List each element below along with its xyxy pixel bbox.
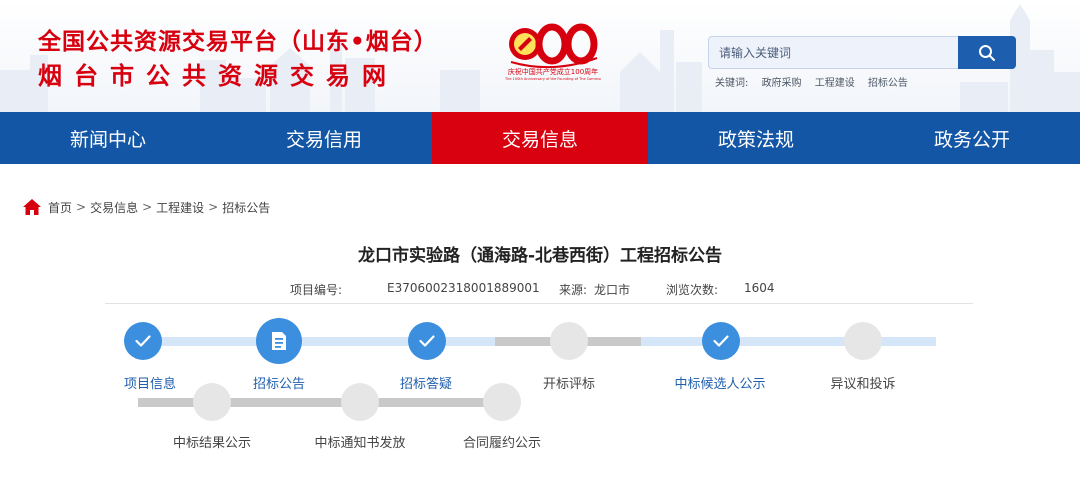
nav-item-trade-info[interactable]: 交易信息: [432, 112, 648, 164]
site-header: 全国公共资源交易平台（山东•烟台） 烟台市公共资源交易网 庆祝中国共产党成立10…: [0, 0, 1080, 112]
step-label-bid-evaluation: 开标评标: [542, 377, 596, 392]
nav-item-policy[interactable]: 政策法规: [648, 112, 864, 164]
step-label-award-notice: 中标通知书发放: [314, 436, 406, 451]
source-label: 来源:: [559, 283, 588, 297]
search-input[interactable]: [708, 36, 958, 69]
views-label: 浏览次数:: [666, 283, 719, 297]
project-no-label: 项目编号:: [290, 283, 343, 297]
main-nav: 新闻中心 交易信用 交易信息 政策法规 政务公开: [0, 112, 1080, 164]
breadcrumb-separator: >: [76, 200, 87, 214]
keyword-link[interactable]: 工程建设: [815, 78, 855, 89]
search-button[interactable]: [958, 36, 1016, 69]
step-label-objection: 异议和投诉: [830, 377, 896, 392]
views-value: 1604: [744, 281, 775, 295]
breadcrumb-home[interactable]: 首页: [48, 199, 72, 216]
project-no-value: E3706002318001889001: [387, 281, 540, 295]
step-label-project-info[interactable]: 项目信息: [124, 373, 176, 392]
breadcrumb-construction[interactable]: 工程建设: [156, 199, 204, 216]
nav-item-news[interactable]: 新闻中心: [0, 112, 216, 164]
article-title: 龙口市实验路（通海路-北巷西街）工程招标公告: [357, 246, 723, 266]
step-track-done: [641, 337, 936, 346]
search-box: [708, 36, 1016, 69]
step-node-tender-qa[interactable]: [408, 322, 446, 360]
nav-item-credit[interactable]: 交易信用: [216, 112, 432, 164]
logo-subcaption: The 100th Anniversary of the Founding of…: [505, 77, 601, 81]
step-node-tender-notice[interactable]: [256, 318, 302, 364]
step-node-award-notice[interactable]: [341, 383, 379, 421]
site-title-secondary: 烟台市公共资源交易网: [38, 62, 398, 90]
step-node-project-info[interactable]: [124, 322, 162, 360]
logo-caption: 庆祝中国共产党成立100周年: [507, 68, 599, 76]
step-node-bid-evaluation[interactable]: [550, 322, 588, 360]
site-title-primary: 全国公共资源交易平台（山东•烟台）: [38, 29, 438, 55]
breadcrumb: 首页 > 交易信息 > 工程建设 > 招标公告: [22, 198, 270, 216]
step-node-contract[interactable]: [483, 383, 521, 421]
home-icon: [23, 199, 41, 215]
search-icon: [979, 44, 995, 61]
centenary-emblem-icon: [509, 23, 598, 69]
centenary-logo: 庆祝中国共产党成立100周年 The 100th Anniversary of …: [505, 18, 601, 94]
step-label-award-result: 中标结果公示: [172, 436, 252, 451]
source-value: 龙口市: [594, 283, 631, 297]
step-node-award-result[interactable]: [193, 383, 231, 421]
keyword-link[interactable]: 政府采购: [762, 78, 802, 89]
meta-divider: [105, 303, 973, 304]
check-icon: [713, 335, 729, 347]
keywords-label: 关键词:: [715, 78, 749, 89]
keyword-link[interactable]: 招标公告: [868, 78, 908, 89]
page: 全国公共资源交易平台（山东•烟台） 烟台市公共资源交易网 庆祝中国共产党成立10…: [0, 0, 1080, 481]
breadcrumb-separator: >: [142, 200, 153, 214]
check-icon: [135, 335, 151, 347]
step-label-tender-qa[interactable]: 招标答疑: [400, 373, 452, 392]
step-label-tender-notice[interactable]: 招标公告: [253, 373, 305, 392]
step-label-candidate-publicity[interactable]: 中标候选人公示: [674, 373, 765, 392]
breadcrumb-trade-info[interactable]: 交易信息: [90, 199, 138, 216]
document-icon: [272, 332, 286, 350]
breadcrumb-tender-notice[interactable]: 招标公告: [222, 199, 270, 216]
hot-keywords: 关键词: 政府采购 工程建设 招标公告: [715, 74, 918, 89]
check-icon: [419, 335, 435, 347]
step-node-objection[interactable]: [844, 322, 882, 360]
step-node-candidate-publicity[interactable]: [702, 322, 740, 360]
nav-item-gov-affairs[interactable]: 政务公开: [864, 112, 1080, 164]
breadcrumb-separator: >: [208, 200, 219, 214]
step-label-contract: 合同履约公示: [462, 436, 542, 451]
